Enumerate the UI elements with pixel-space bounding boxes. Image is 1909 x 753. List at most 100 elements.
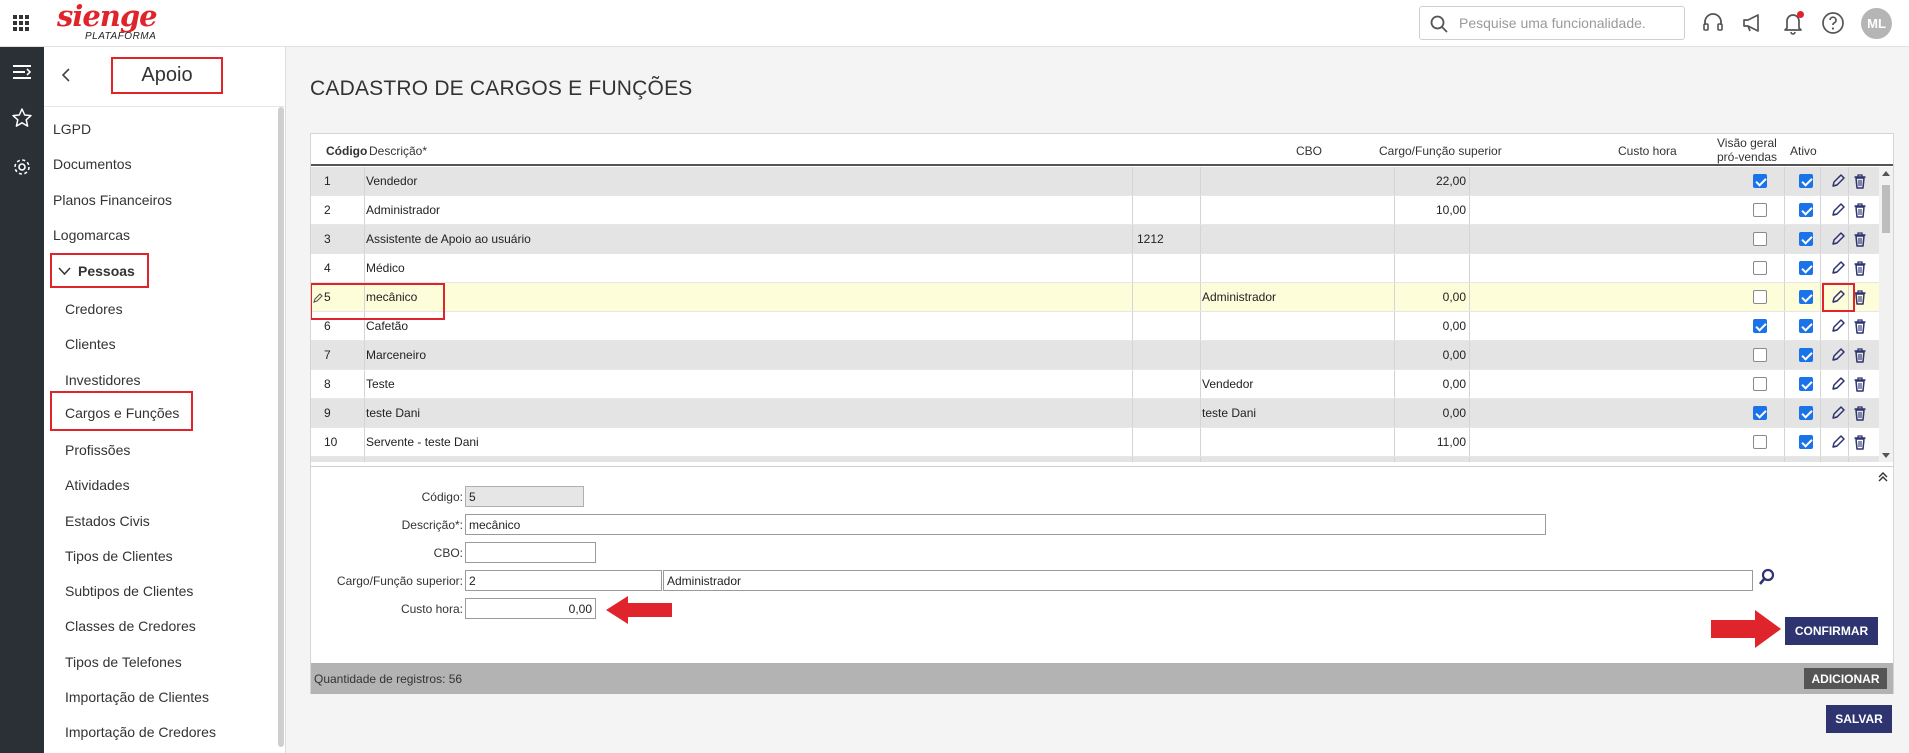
- superior-code-field[interactable]: [465, 570, 662, 591]
- side-menu-scrollbar[interactable]: [278, 107, 284, 747]
- menu-item-importacao-de-clientes[interactable]: Importação de Clientes: [65, 689, 209, 705]
- ativo-checkbox[interactable]: [1799, 203, 1813, 217]
- visao-geral-checkbox[interactable]: [1753, 406, 1767, 420]
- col-ativo[interactable]: Ativo: [1790, 144, 1817, 158]
- edit-pencil-icon[interactable]: [1830, 318, 1846, 334]
- edit-pencil-icon[interactable]: [1830, 231, 1846, 247]
- edit-pencil-icon[interactable]: [1830, 260, 1846, 276]
- cbo-field[interactable]: [465, 542, 596, 563]
- megaphone-icon[interactable]: [1740, 10, 1766, 36]
- ativo-checkbox[interactable]: [1799, 261, 1813, 275]
- menu-item-tipos-de-clientes[interactable]: Tipos de Clientes: [65, 548, 173, 564]
- menu-item-cargos-e-funcoes[interactable]: Cargos e Funções: [50, 391, 193, 431]
- visao-geral-checkbox[interactable]: [1753, 377, 1767, 391]
- table-row[interactable]: 5 mecânico Administrador 0,00: [311, 283, 1879, 320]
- edit-pencil-icon[interactable]: [1830, 405, 1846, 421]
- delete-trash-icon[interactable]: [1852, 347, 1868, 363]
- delete-trash-icon[interactable]: [1852, 231, 1868, 247]
- table-row[interactable]: 6 Cafetão 0,00: [311, 312, 1879, 341]
- table-row[interactable]: 110,00: [311, 457, 1879, 462]
- ativo-checkbox[interactable]: [1799, 319, 1813, 333]
- table-row[interactable]: 1 Vendedor 22,00: [311, 167, 1879, 196]
- delete-trash-icon[interactable]: [1852, 434, 1868, 450]
- feature-search[interactable]: [1419, 6, 1685, 40]
- visao-geral-checkbox[interactable]: [1753, 203, 1767, 217]
- delete-trash-icon[interactable]: [1852, 405, 1868, 421]
- sienge-logo[interactable]: sienge PLATAFORMA: [57, 0, 167, 46]
- menu-item-planos-financeiros[interactable]: Planos Financeiros: [53, 192, 172, 208]
- menu-toggle-icon[interactable]: [11, 61, 33, 83]
- col-codigo[interactable]: Código: [326, 144, 367, 158]
- menu-item-tipos-de-telefones[interactable]: Tipos de Telefones: [65, 654, 182, 670]
- menu-item-documentos[interactable]: Documentos: [53, 156, 132, 172]
- menu-item-lgpd[interactable]: LGPD: [53, 121, 91, 137]
- delete-trash-icon[interactable]: [1852, 260, 1868, 276]
- visao-geral-checkbox[interactable]: [1753, 290, 1767, 304]
- favorites-star-icon[interactable]: [11, 107, 33, 129]
- menu-item-profissoes[interactable]: Profissões: [65, 442, 130, 458]
- custo-hora-field[interactable]: [465, 598, 596, 619]
- menu-item-estados-civis[interactable]: Estados Civis: [65, 513, 150, 529]
- edit-pencil-icon[interactable]: [1830, 173, 1846, 189]
- ativo-checkbox[interactable]: [1799, 435, 1813, 449]
- table-row[interactable]: 3 Assistente de Apoio ao usuário 1212: [311, 225, 1879, 254]
- menu-item-importacao-de-credores[interactable]: Importação de Credores: [65, 724, 216, 740]
- user-avatar[interactable]: ML: [1861, 8, 1892, 39]
- add-button[interactable]: ADICIONAR: [1804, 668, 1887, 689]
- menu-item-credores[interactable]: Credores: [65, 301, 123, 317]
- ativo-checkbox[interactable]: [1799, 290, 1813, 304]
- visao-geral-checkbox[interactable]: [1753, 232, 1767, 246]
- table-row[interactable]: 4 Médico: [311, 254, 1879, 283]
- lookup-search-icon[interactable]: [1757, 567, 1777, 587]
- ativo-checkbox[interactable]: [1799, 348, 1813, 362]
- menu-item-logomarcas[interactable]: Logomarcas: [53, 227, 130, 243]
- apps-grid-icon[interactable]: [12, 14, 30, 32]
- grid-scrollbar[interactable]: [1879, 167, 1893, 462]
- menu-item-classes-de-credores[interactable]: Classes de Credores: [65, 618, 196, 634]
- delete-trash-icon[interactable]: [1852, 376, 1868, 392]
- table-row[interactable]: 7 Marceneiro 0,00: [311, 341, 1879, 370]
- visao-geral-checkbox[interactable]: [1753, 319, 1767, 333]
- edit-pencil-icon[interactable]: [1830, 376, 1846, 392]
- scrollbar-thumb[interactable]: [1882, 185, 1890, 233]
- ativo-checkbox[interactable]: [1799, 406, 1813, 420]
- delete-trash-icon[interactable]: [1852, 173, 1868, 189]
- headset-icon[interactable]: [1700, 10, 1726, 36]
- back-chevron-icon[interactable]: [58, 67, 74, 83]
- col-superior[interactable]: Cargo/Função superior: [1379, 144, 1502, 158]
- bell-icon[interactable]: [1780, 10, 1806, 36]
- collapse-icon[interactable]: [1877, 471, 1889, 483]
- table-row[interactable]: 10 Servente - teste Dani 11,00: [311, 428, 1879, 457]
- col-visao-geral[interactable]: Visão geral: [1717, 136, 1777, 150]
- menu-item-subtipos-de-clientes[interactable]: Subtipos de Clientes: [65, 583, 193, 599]
- menu-item-investidores[interactable]: Investidores: [65, 372, 140, 388]
- table-row[interactable]: 9 teste Dani teste Dani 0,00: [311, 399, 1879, 428]
- superior-name-field[interactable]: [663, 570, 1753, 591]
- visao-geral-checkbox[interactable]: [1753, 348, 1767, 362]
- col-custo-hora[interactable]: Custo hora: [1618, 144, 1677, 158]
- table-row[interactable]: 8 Teste Vendedor 0,00: [311, 370, 1879, 399]
- save-button[interactable]: SALVAR: [1826, 705, 1892, 733]
- codigo-field[interactable]: [465, 486, 584, 507]
- search-input[interactable]: [1459, 13, 1679, 33]
- visao-geral-checkbox[interactable]: [1753, 435, 1767, 449]
- col-cbo[interactable]: CBO: [1296, 144, 1322, 158]
- menu-item-clientes[interactable]: Clientes: [65, 336, 116, 352]
- menu-item-atividades[interactable]: Atividades: [65, 477, 130, 493]
- edit-pencil-icon[interactable]: [1830, 202, 1846, 218]
- settings-gear-icon[interactable]: [11, 156, 33, 178]
- edit-pencil-icon[interactable]: [1830, 347, 1846, 363]
- table-row[interactable]: 2 Administrador 10,00: [311, 196, 1879, 225]
- help-icon[interactable]: [1820, 10, 1846, 36]
- delete-trash-icon[interactable]: [1852, 318, 1868, 334]
- visao-geral-checkbox[interactable]: [1753, 174, 1767, 188]
- ativo-checkbox[interactable]: [1799, 174, 1813, 188]
- visao-geral-checkbox[interactable]: [1753, 261, 1767, 275]
- edit-pencil-icon[interactable]: [1830, 434, 1846, 450]
- ativo-checkbox[interactable]: [1799, 232, 1813, 246]
- confirm-button[interactable]: CONFIRMAR: [1785, 617, 1878, 645]
- col-descricao[interactable]: Descrição*: [369, 144, 427, 158]
- delete-trash-icon[interactable]: [1852, 202, 1868, 218]
- menu-group-pessoas[interactable]: Pessoas: [50, 253, 149, 288]
- descricao-field[interactable]: [465, 514, 1546, 535]
